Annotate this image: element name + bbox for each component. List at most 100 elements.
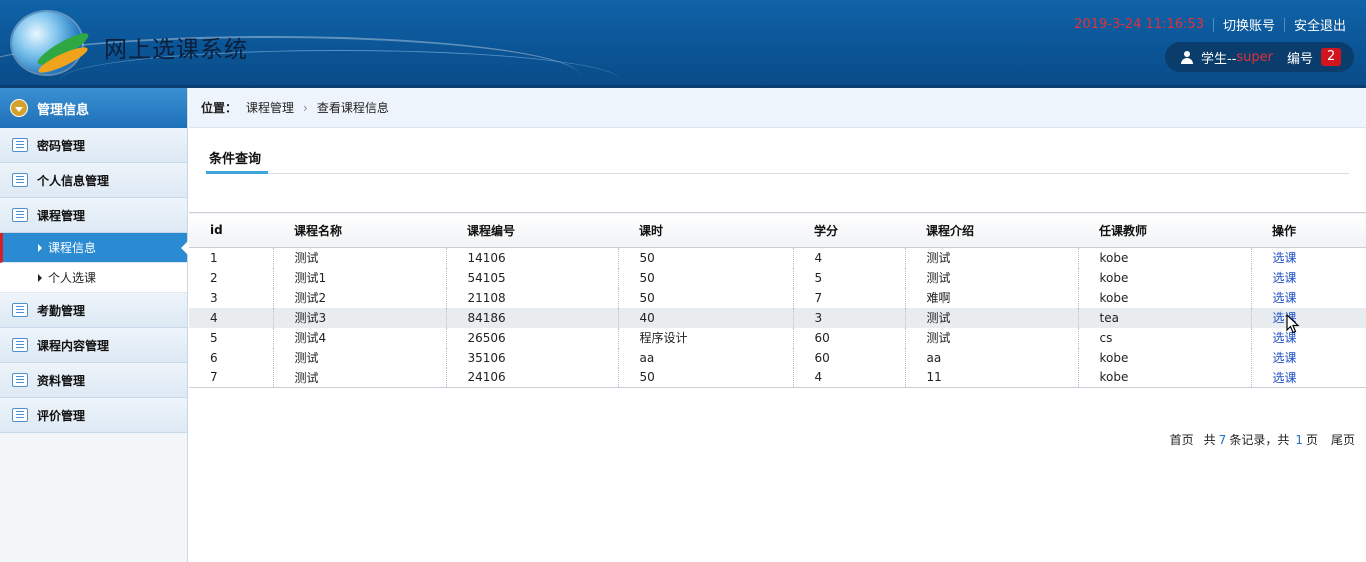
sidebar-item-evaluation[interactable]: 评价管理 <box>0 398 187 433</box>
column-header: 学分 <box>814 223 839 238</box>
sidebar-item-label: 课程内容管理 <box>37 338 110 353</box>
breadcrumb-item[interactable]: 课程管理 <box>246 99 294 116</box>
list-icon <box>12 173 28 187</box>
table-cell: 4 <box>792 247 905 268</box>
id-label: 编号 <box>1287 51 1314 67</box>
table-cell: 50 <box>617 247 793 268</box>
sidebar-item-course-content[interactable]: 课程内容管理 <box>0 328 187 363</box>
logo-globe-icon <box>12 12 92 77</box>
top-links: 2019-3-24 11:16:53 切换账号 安全退出 <box>1074 15 1346 34</box>
sidebar-item-label: 密码管理 <box>37 138 86 153</box>
table-row: 7 测试 24106 50 4 11 kobe 选课 <box>189 367 1366 388</box>
table-cell: 测试 <box>272 367 446 388</box>
column-header: 课时 <box>639 223 664 238</box>
action-cell: 选课 <box>1250 307 1366 328</box>
action-cell: 选课 <box>1250 327 1366 348</box>
table-cell: kobe <box>1077 367 1251 388</box>
sidebar-header-label: 管理信息 <box>37 102 90 118</box>
list-icon <box>12 408 28 422</box>
sidebar-item-label: 个人信息管理 <box>37 173 110 188</box>
table-cell: 11 <box>904 367 1078 388</box>
table-cell: 35106 <box>445 347 618 368</box>
switch-account-link[interactable]: 切换账号 <box>1223 15 1275 34</box>
table-cell: 测试1 <box>272 267 446 288</box>
select-course-link[interactable]: 选课 <box>1273 351 1297 365</box>
action-cell: 选课 <box>1250 267 1366 288</box>
column-header: 操作 <box>1272 223 1297 238</box>
table-cell: kobe <box>1077 267 1251 288</box>
table-cell: kobe <box>1077 287 1251 308</box>
sidebar-subitem-label: 个人选课 <box>48 271 97 285</box>
sidebar-subitem-course-info[interactable]: 课程信息 <box>0 233 188 263</box>
breadcrumb-label: 位置： <box>201 101 238 115</box>
sidebar-subitem-personal-selection[interactable]: 个人选课 <box>0 263 187 293</box>
table-row: 3 测试2 21108 50 7 难啊 kobe 选课 <box>189 287 1366 308</box>
tab-condition-query[interactable]: 条件查询 <box>206 141 268 174</box>
sidebar-item-personal-info[interactable]: 个人信息管理 <box>0 163 187 198</box>
table-cell: kobe <box>1077 347 1251 368</box>
select-course-link[interactable]: 选课 <box>1273 271 1297 285</box>
select-course-link[interactable]: 选课 <box>1273 371 1297 385</box>
sidebar-item-attendance[interactable]: 考勤管理 <box>0 293 187 328</box>
column-header: id <box>210 223 223 237</box>
column-header: 课程介绍 <box>926 223 975 238</box>
list-icon <box>12 208 28 222</box>
sidebar-item-course-management[interactable]: 课程管理 <box>0 198 187 233</box>
table-cell: 4 <box>792 367 905 388</box>
table-cell: 54105 <box>445 267 618 288</box>
collapse-arrow-icon <box>10 99 28 117</box>
first-page-link[interactable]: 首页 <box>1170 431 1194 448</box>
column-header: 任课教师 <box>1099 223 1148 238</box>
table-cell: 7 <box>792 287 905 308</box>
top-header: 网上选课系统 2019-3-24 11:16:53 切换账号 安全退出 学生--… <box>0 0 1366 88</box>
table-cell: 测试4 <box>272 327 446 348</box>
sidebar-item-label: 评价管理 <box>37 408 86 423</box>
course-table: id 课程名称 课程编号 课时 学分 课程介绍 任课教师 操作 1 测试 14106… <box>189 212 1366 388</box>
chevron-right-icon: › <box>303 100 308 115</box>
table-cell: 40 <box>617 307 793 328</box>
sidebar-subitem-label: 课程信息 <box>48 241 97 255</box>
mouse-cursor-icon <box>1286 314 1300 334</box>
table-cell: 4 <box>210 310 218 325</box>
sidebar-header[interactable]: 管理信息 <box>0 88 187 128</box>
column-header: 课程名称 <box>294 223 343 238</box>
sidebar-item-label: 资料管理 <box>37 373 86 388</box>
table-cell: 60 <box>792 327 905 348</box>
caret-right-icon <box>38 273 42 282</box>
table-cell: 7 <box>189 367 273 388</box>
sidebar: 管理信息 密码管理 个人信息管理 课程管理 课程信息 个人选课 考勤管理 课程内… <box>0 88 188 562</box>
sidebar-item-materials[interactable]: 资料管理 <box>0 363 187 398</box>
select-course-link[interactable]: 选课 <box>1273 251 1297 265</box>
table-cell: 26506 <box>445 327 618 348</box>
breadcrumb: 位置： 课程管理 › 查看课程信息 <box>189 88 1366 128</box>
table-cell: 50 <box>617 367 793 388</box>
action-cell: 选课 <box>1250 247 1366 268</box>
list-icon <box>12 138 28 152</box>
list-icon <box>12 303 28 317</box>
user-icon <box>1179 49 1195 65</box>
select-course-link[interactable]: 选课 <box>1273 291 1297 305</box>
user-name: super <box>1236 49 1273 65</box>
table-cell: aa <box>617 347 793 368</box>
table-cell: 21108 <box>445 287 618 308</box>
total-pages-count: 1 <box>1295 432 1303 447</box>
pagination: 首页 共 7 条记录，共 1 页 尾页 <box>1170 431 1355 448</box>
logout-link[interactable]: 安全退出 <box>1294 15 1346 34</box>
table-header-row: id 课程名称 课程编号 课时 学分 课程介绍 任课教师 操作 <box>189 212 1366 248</box>
table-cell: cs <box>1077 327 1251 348</box>
list-icon <box>12 373 28 387</box>
sidebar-item-label: 考勤管理 <box>37 303 86 318</box>
table-cell: 难啊 <box>904 287 1078 308</box>
table-cell: 5 <box>792 267 905 288</box>
action-cell: 选课 <box>1250 347 1366 368</box>
table-cell: tea <box>1077 307 1251 328</box>
table-row: 4 测试3 84186 40 3 测试 tea 选课 <box>189 307 1366 328</box>
app-title: 网上选课系统 <box>104 37 248 63</box>
query-tab-bar: 条件查询 <box>206 141 1349 174</box>
sidebar-item-password[interactable]: 密码管理 <box>0 128 187 163</box>
breadcrumb-item-current: 查看课程信息 <box>316 101 389 115</box>
table-cell: 6 <box>210 350 218 365</box>
caret-right-icon <box>38 243 42 252</box>
last-page-link[interactable]: 尾页 <box>1331 431 1355 448</box>
sidebar-item-label: 课程管理 <box>37 208 86 223</box>
